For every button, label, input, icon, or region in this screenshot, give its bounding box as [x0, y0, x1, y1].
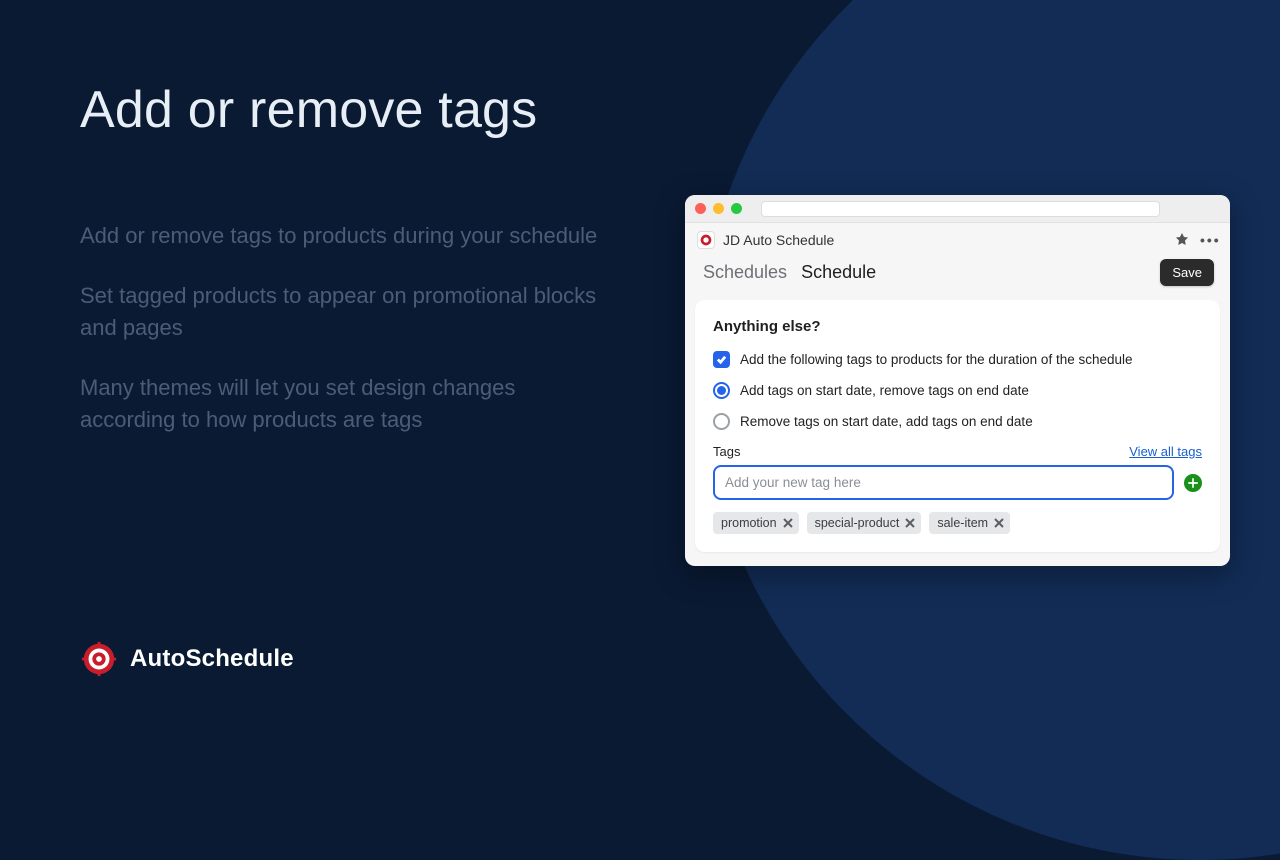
tag-chip-label: sale-item: [937, 516, 988, 530]
tag-chip-label: special-product: [815, 516, 900, 530]
add-tag-button[interactable]: [1184, 474, 1202, 492]
pin-icon[interactable]: [1174, 232, 1190, 248]
card-title: Anything else?: [713, 318, 1202, 335]
tag-input[interactable]: [713, 465, 1174, 500]
app-icon: [697, 231, 715, 249]
checkbox-label: Add the following tags to products for t…: [740, 352, 1133, 367]
slide-paragraph: Many themes will let you set design chan…: [80, 372, 600, 436]
tag-chip-row: promotion special-product sale-item: [713, 512, 1202, 534]
radio-selected-icon[interactable]: [713, 382, 730, 399]
save-button[interactable]: Save: [1160, 259, 1214, 286]
slide-body: Add or remove tags to products during yo…: [80, 220, 600, 463]
checkbox-row[interactable]: Add the following tags to products for t…: [713, 351, 1202, 368]
window-close-icon[interactable]: [695, 203, 706, 214]
more-icon[interactable]: •••: [1200, 232, 1216, 248]
remove-tag-icon[interactable]: [783, 518, 793, 528]
radio-label: Remove tags on start date, add tags on e…: [740, 414, 1033, 429]
breadcrumb-current: Schedule: [801, 262, 876, 283]
app-header: JD Auto Schedule •••: [685, 223, 1230, 255]
slide-headline: Add or remove tags: [80, 80, 537, 140]
radio-row[interactable]: Add tags on start date, remove tags on e…: [713, 382, 1202, 399]
product-logo: AutoSchedule: [80, 640, 294, 678]
tag-input-row: [713, 465, 1202, 500]
app-window: JD Auto Schedule ••• Schedules Schedule …: [685, 195, 1230, 566]
tags-label: Tags: [713, 444, 740, 459]
radio-unselected-icon[interactable]: [713, 413, 730, 430]
tag-chip: promotion: [713, 512, 799, 534]
view-all-tags-link[interactable]: View all tags: [1129, 444, 1202, 459]
window-titlebar: [685, 195, 1230, 223]
radio-label: Add tags on start date, remove tags on e…: [740, 383, 1029, 398]
tags-label-row: Tags View all tags: [713, 444, 1202, 459]
slide-paragraph: Add or remove tags to products during yo…: [80, 220, 600, 252]
radio-row[interactable]: Remove tags on start date, add tags on e…: [713, 413, 1202, 430]
logo-text: AutoSchedule: [130, 645, 294, 673]
remove-tag-icon[interactable]: [994, 518, 1004, 528]
url-bar[interactable]: [761, 201, 1160, 217]
slide-paragraph: Set tagged products to appear on promoti…: [80, 280, 600, 344]
remove-tag-icon[interactable]: [905, 518, 915, 528]
target-icon: [80, 640, 118, 678]
tag-chip: special-product: [807, 512, 922, 534]
tag-chip: sale-item: [929, 512, 1010, 534]
tag-chip-label: promotion: [721, 516, 777, 530]
window-zoom-icon[interactable]: [731, 203, 742, 214]
breadcrumb-row: Schedules Schedule Save: [685, 255, 1230, 300]
window-minimize-icon[interactable]: [713, 203, 724, 214]
breadcrumb-parent[interactable]: Schedules: [703, 262, 787, 283]
settings-card: Anything else? Add the following tags to…: [695, 300, 1220, 552]
checkbox-checked-icon[interactable]: [713, 351, 730, 368]
app-title: JD Auto Schedule: [723, 232, 1174, 248]
